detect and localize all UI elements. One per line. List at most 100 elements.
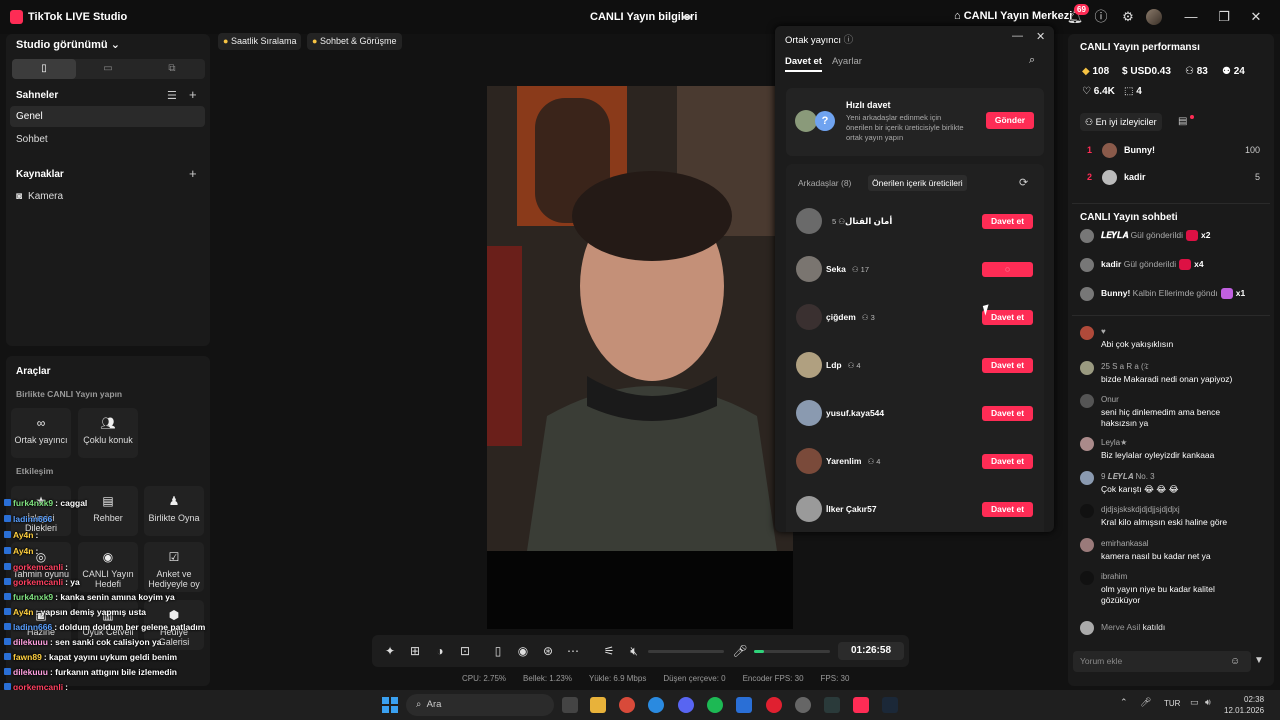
filter-chat-icon[interactable]: ▼: [1254, 655, 1264, 666]
chat-avatar: [1080, 394, 1094, 408]
scene-item-chat[interactable]: Sohbet: [16, 134, 48, 145]
creator-name-text: çiğdem: [826, 312, 856, 322]
send-button[interactable]: Gönder: [986, 112, 1034, 129]
poll-tool[interactable]: ☑ Anket ve Hediyeyle oy: [144, 542, 204, 592]
new-followers-stat: ⚉ 24: [1222, 66, 1245, 77]
guide-tool[interactable]: ▤ Rehber: [78, 486, 138, 536]
share-icon[interactable]: ➦: [682, 10, 692, 24]
invite-button[interactable]: Davet et: [982, 358, 1033, 373]
minimize-popup-button[interactable]: —: [1012, 30, 1023, 42]
list-settings-icon[interactable]: ▤: [1178, 116, 1187, 127]
source-item-camera[interactable]: ◙ Kamera: [16, 191, 63, 202]
live-goal-tool[interactable]: ◉ CANLI Yayın Hedefi: [78, 542, 138, 592]
invite-button[interactable]: Davet et: [982, 502, 1033, 517]
profile-avatar[interactable]: [1146, 9, 1162, 25]
terminal-icon[interactable]: [824, 697, 840, 713]
play-together-tool[interactable]: ♟ Birlikte Oyna: [144, 486, 204, 536]
magic-wand-icon[interactable]: ✦: [382, 643, 398, 659]
help-icon[interactable]: ⓘ: [1092, 8, 1110, 26]
minimize-button[interactable]: —: [1182, 8, 1200, 26]
comment-input[interactable]: Yorum ekle: [1073, 651, 1251, 672]
portrait-mode-button[interactable]: ▯: [12, 59, 76, 79]
scene-item-general[interactable]: Genel: [10, 106, 205, 127]
multi-guest-tool-button[interactable]: 👥︎ Çoklu konuk: [78, 408, 138, 458]
overlay-chat-line: gorkemcanli: ya: [4, 577, 80, 587]
invite-button[interactable]: Davet et: [982, 214, 1033, 229]
gift-multiplier: x1: [1235, 288, 1246, 298]
studio-view-dropdown[interactable]: Studio görünümü ⌄: [16, 38, 120, 51]
speaker-muted-icon[interactable]: 🔇︎: [626, 643, 642, 659]
microphone-icon[interactable]: 🎤︎: [732, 643, 748, 659]
landscape-mode-button[interactable]: ▭: [76, 59, 140, 79]
opera-icon[interactable]: [766, 697, 782, 713]
top-viewers-button[interactable]: ⚇ En iyi izleyiciler: [1080, 113, 1162, 131]
task-view-icon[interactable]: [562, 697, 578, 713]
spotify-icon[interactable]: [707, 697, 723, 713]
clock[interactable]: 02:38 12.01.2026: [1224, 694, 1264, 716]
link-icon: ∞: [36, 416, 46, 430]
platform-icon: [4, 593, 11, 600]
file-explorer-icon[interactable]: [590, 697, 606, 713]
tiktok-studio-icon[interactable]: [853, 697, 869, 713]
record-icon[interactable]: ◉: [515, 643, 531, 659]
app-icon[interactable]: [736, 697, 752, 713]
overlay-chat-line: dilekuuu: furkanın attıgını bile izlemed…: [4, 667, 177, 677]
taskbar: [0, 690, 1280, 720]
heart-icon: ♡: [1082, 86, 1091, 97]
chrome-icon[interactable]: [619, 697, 635, 713]
gear-icon[interactable]: ⚙: [1119, 8, 1137, 26]
language-indicator[interactable]: TUR: [1164, 699, 1180, 708]
windows-start-icon[interactable]: [382, 697, 398, 713]
mic-level-slider[interactable]: [754, 650, 830, 653]
rank-number: 2: [1087, 172, 1093, 182]
volume-icon[interactable]: 🔊︎: [1205, 697, 1211, 708]
sliders-icon[interactable]: ⚟: [601, 643, 617, 659]
close-popup-button[interactable]: ✕: [1036, 30, 1045, 43]
performance-stats: CPU: 2.75% Bellek: 1.23% Yükle: 6.9 Mbps Dü…: [462, 674, 866, 683]
tab-friends[interactable]: Arkadaşlar (8): [798, 178, 851, 188]
more-icon[interactable]: ⋯: [565, 643, 581, 659]
dual-mode-button[interactable]: ⧉: [140, 59, 204, 79]
discord-icon[interactable]: [678, 697, 694, 713]
edge-icon[interactable]: [648, 697, 664, 713]
add-source-icon[interactable]: +: [189, 166, 197, 181]
taskbar-search[interactable]: ⌕ Ara: [406, 694, 554, 716]
invite-loading-button[interactable]: ◌: [982, 262, 1033, 277]
emoji-icon[interactable]: ☺: [1230, 656, 1240, 667]
live-center-button[interactable]: ⌂ CANLI Yayın Merkezi: [954, 10, 1072, 22]
chat-meeting-tag[interactable]: ● Sohbet & Görüşme: [307, 33, 402, 50]
tab-settings[interactable]: Ayarlar: [832, 56, 862, 67]
viewer-wishes-tool[interactable]: ★ İzleyici Dilekleri: [11, 486, 71, 536]
platform-icon: [4, 623, 11, 630]
steam-icon[interactable]: [882, 697, 898, 713]
chevron-up-icon[interactable]: ⌃: [1120, 697, 1128, 708]
tab-suggested-creators[interactable]: Önerilen içerik üreticileri: [868, 175, 967, 191]
cohost-tool-button[interactable]: ∞ Ortak yayıncı: [11, 408, 71, 458]
phone-icon[interactable]: ▯: [490, 643, 506, 659]
maximize-button[interactable]: ❐: [1215, 8, 1233, 26]
search-icon[interactable]: ⌕: [1029, 54, 1035, 67]
volume-slider[interactable]: [648, 650, 724, 653]
chat-message: olm yayın niye bu kadar kalitel gözüküyo…: [1101, 584, 1215, 605]
add-media-icon[interactable]: ⊡: [457, 643, 473, 659]
add-scene-icon[interactable]: +: [189, 87, 197, 102]
filter-icon[interactable]: ◑: [432, 643, 448, 659]
rank-number: 1: [1087, 145, 1093, 155]
gift-multiplier: x2: [1201, 230, 1211, 240]
tab-invite[interactable]: Davet et: [785, 56, 822, 67]
viewer-name[interactable]: Bunny!: [1124, 145, 1155, 155]
network-icon[interactable]: ▭: [1190, 697, 1199, 708]
help-icon[interactable]: ⓘ: [844, 35, 854, 46]
effects-icon[interactable]: ⊞: [407, 643, 423, 659]
invite-button[interactable]: Davet et: [982, 454, 1033, 469]
mic-level-fill: [754, 650, 764, 653]
viewer-name[interactable]: kadir: [1124, 172, 1146, 182]
hourly-ranking-tag[interactable]: ● Saatlik Sıralama: [218, 33, 302, 50]
close-window-button[interactable]: ✕: [1247, 8, 1265, 26]
refresh-icon[interactable]: ⟳: [1019, 176, 1028, 189]
camera-settings-icon[interactable]: ⊛: [540, 643, 556, 659]
list-icon[interactable]: ☰: [167, 89, 177, 102]
invite-button[interactable]: Davet et: [982, 406, 1033, 421]
app-icon[interactable]: [795, 697, 811, 713]
microphone-icon[interactable]: 🎤︎: [1140, 697, 1151, 708]
